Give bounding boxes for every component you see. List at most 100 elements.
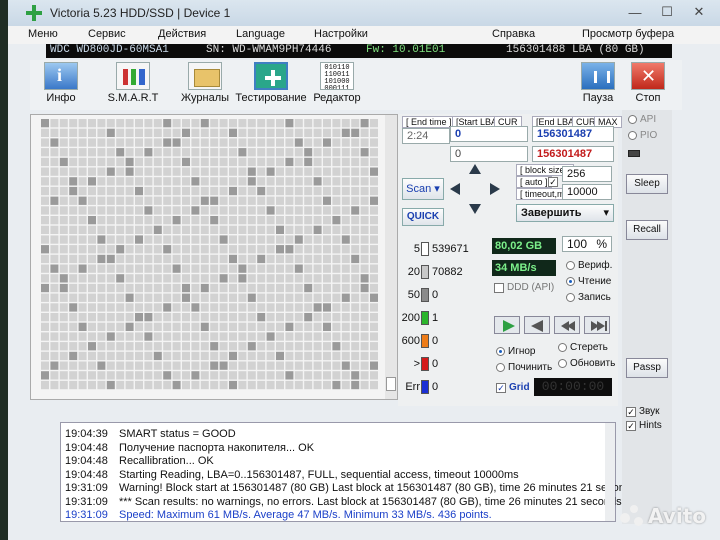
surface-block — [294, 186, 303, 196]
hints-option[interactable]: ✓ Hints — [626, 420, 662, 431]
surface-block — [294, 274, 303, 283]
surface-block — [78, 380, 87, 390]
api-option[interactable]: API — [628, 114, 656, 125]
write-option[interactable]: Запись — [566, 292, 611, 303]
surface-block — [163, 332, 172, 341]
surface-block — [219, 157, 228, 167]
log-scrollbar[interactable] — [605, 423, 615, 521]
menu-item-actions[interactable]: Действия — [158, 28, 206, 40]
menu-item-language[interactable]: Language — [236, 28, 285, 40]
maximize-icon[interactable]: ☐ — [654, 3, 680, 21]
surface-block — [125, 380, 134, 390]
update-option[interactable]: Обновить — [558, 358, 615, 369]
repair-option[interactable]: Починить — [496, 362, 552, 373]
surface-block — [50, 371, 59, 380]
surface-block — [229, 216, 237, 225]
pio-radio[interactable] — [628, 131, 637, 140]
bucket-color-swatch — [421, 380, 429, 394]
close-icon[interactable]: ✕ — [686, 3, 712, 21]
surface-block — [125, 128, 134, 137]
surface-block — [219, 274, 228, 283]
surface-block — [153, 322, 162, 331]
surface-block — [200, 235, 209, 244]
end-time-field[interactable]: 2:24 — [402, 128, 450, 144]
hints-checkbox[interactable]: ✓ — [626, 420, 636, 431]
ddd-api-option[interactable]: DDD (API) — [494, 282, 554, 293]
erase-option[interactable]: Стереть — [558, 342, 608, 353]
update-radio[interactable] — [558, 359, 567, 368]
grid-scrollbar[interactable] — [385, 115, 397, 399]
surface-block — [285, 342, 294, 351]
pio-option[interactable]: PIO — [628, 130, 657, 141]
bucket-threshold: 5 — [413, 243, 420, 255]
auto-checkbox[interactable]: ✓ — [548, 177, 558, 187]
block-size-select[interactable]: 256 — [562, 166, 612, 182]
recall-button[interactable]: Recall — [626, 220, 668, 240]
drive-info-bar[interactable]: WDC WD800JD-60MSA1 SN: WD-WMAM9PH74446 F… — [46, 44, 672, 58]
test-button[interactable]: Тестирование — [234, 62, 308, 104]
read-radio[interactable] — [566, 277, 575, 286]
arrow-down-icon[interactable] — [469, 204, 481, 214]
timeout-select[interactable]: 10000 — [562, 184, 612, 200]
surface-block — [238, 380, 247, 390]
verify-radio[interactable] — [566, 261, 575, 270]
surface-block — [97, 119, 106, 128]
repair-radio[interactable] — [496, 363, 505, 372]
surface-block — [238, 177, 247, 186]
ignore-radio[interactable] — [496, 347, 505, 356]
jump-back-icon[interactable] — [554, 316, 580, 334]
menu-item-service[interactable]: Сервис — [88, 28, 126, 40]
surface-block — [135, 371, 143, 380]
write-radio[interactable] — [566, 293, 575, 302]
passp-button[interactable]: Passp — [626, 358, 668, 378]
play-backward-icon[interactable] — [524, 316, 550, 334]
menu-item-buffer[interactable]: Просмотр буфера — [582, 28, 674, 40]
menu-item-menu[interactable]: Меню — [28, 28, 58, 40]
smart-button[interactable]: S.M.A.R.T — [98, 62, 168, 104]
arrow-up-icon[interactable] — [469, 164, 481, 174]
grid-checkbox[interactable]: ✓ — [496, 382, 506, 393]
finish-action-select[interactable]: Завершить ▾ — [516, 204, 614, 222]
event-log[interactable]: 19:04:39 SMART status = GOOD 19:04:48 Получ… — [60, 422, 640, 522]
scan-mode-button[interactable]: Scan ▾ — [402, 178, 444, 200]
play-forward-icon[interactable] — [494, 316, 520, 334]
ddd-api-checkbox[interactable] — [494, 282, 504, 293]
start-lba-current: 0 — [450, 146, 528, 162]
surface-block — [332, 128, 341, 137]
surface-block — [257, 264, 266, 273]
editor-button[interactable]: 010110 110011 101000 000111 Редактор — [312, 62, 362, 104]
surface-block — [294, 148, 303, 157]
surface-block — [219, 128, 228, 137]
info-button[interactable]: Инфо — [36, 62, 86, 104]
sound-option[interactable]: ✓ Звук — [626, 406, 660, 417]
stop-button[interactable]: Стоп — [628, 62, 668, 104]
surface-block — [41, 322, 49, 331]
surface-block — [360, 177, 369, 186]
jump-forward-icon[interactable] — [584, 316, 610, 334]
surface-block — [50, 303, 59, 312]
menu-item-settings[interactable]: Настройки — [314, 28, 368, 40]
ignore-option[interactable]: Игнор — [496, 346, 535, 357]
surface-block — [276, 148, 284, 157]
minimize-icon[interactable]: — — [622, 3, 648, 21]
sound-checkbox[interactable]: ✓ — [626, 406, 636, 417]
arrow-right-icon[interactable] — [490, 183, 500, 195]
surface-block — [88, 235, 96, 244]
menu-item-help[interactable]: Справка — [492, 28, 535, 40]
surface-block — [41, 380, 49, 390]
verify-option[interactable]: Вериф. — [566, 260, 612, 271]
arrow-left-icon[interactable] — [450, 183, 460, 195]
start-lba-field[interactable]: 0 — [450, 126, 528, 142]
end-lba-field[interactable]: 156301487 — [532, 126, 614, 142]
pause-button[interactable]: Пауза — [576, 62, 620, 104]
grid-scroll-thumb[interactable] — [386, 377, 396, 391]
api-radio[interactable] — [628, 115, 637, 124]
erase-radio[interactable] — [558, 343, 567, 352]
bucket-count: 0 — [432, 335, 439, 347]
surface-block — [332, 264, 341, 273]
logs-button[interactable]: Журналы — [172, 62, 238, 104]
read-option[interactable]: Чтение — [566, 276, 611, 287]
grid-option[interactable]: ✓ Grid — [496, 382, 530, 393]
quick-button[interactable]: QUICK — [402, 208, 444, 226]
sleep-button[interactable]: Sleep — [626, 174, 668, 194]
